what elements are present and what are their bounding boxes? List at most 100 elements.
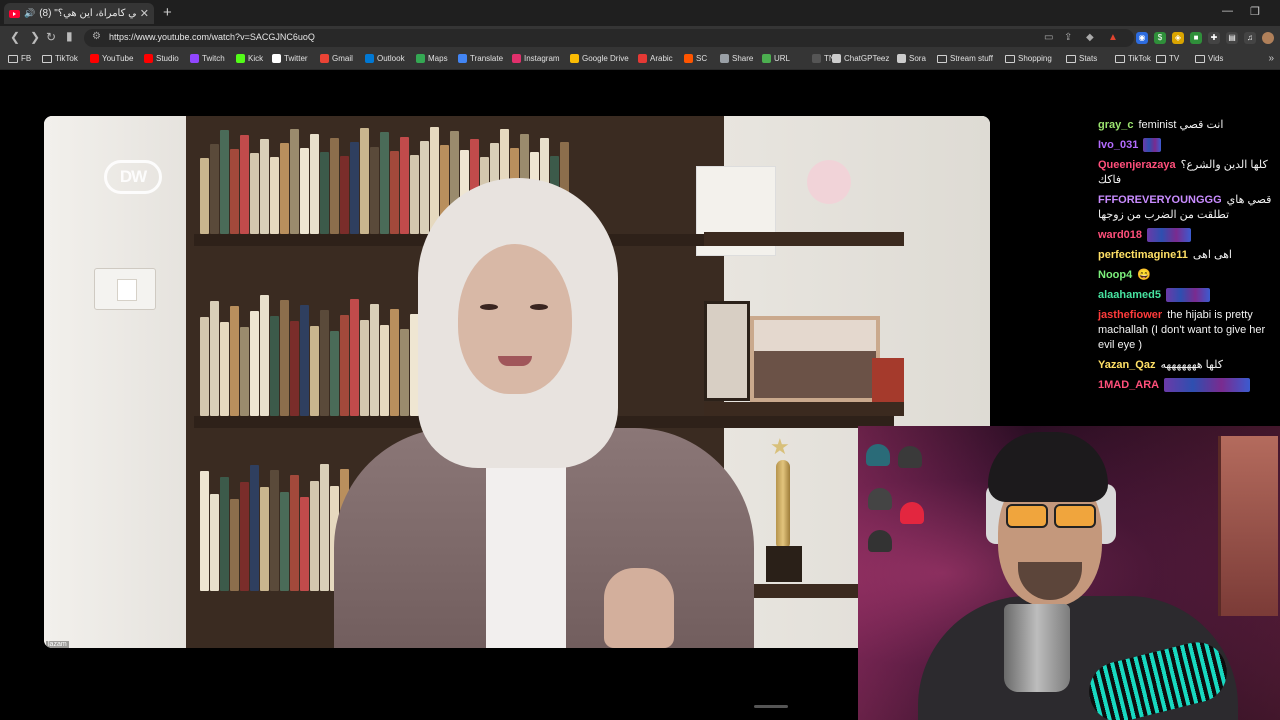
folder-icon <box>1156 54 1166 63</box>
bookmark-stream-stuff[interactable]: Stream stuff <box>937 54 993 63</box>
chat-message: gray_c feminist انت قصي <box>1098 118 1274 133</box>
bookmark-icon[interactable]: ▮ <box>66 29 73 43</box>
extension-icon[interactable]: ◉ <box>1136 32 1148 44</box>
bookmark-label: Stats <box>1079 54 1098 63</box>
chat-text: اهى اهى <box>1192 249 1232 261</box>
chat-username[interactable]: Yazan_Qaz <box>1098 359 1155 371</box>
extensions-puzzle-icon[interactable]: ✚ <box>1208 32 1220 44</box>
bookmark-label: Kick <box>248 54 264 63</box>
minimize-button[interactable]: — <box>1222 5 1233 17</box>
bookmark-outlook[interactable]: Outlook <box>365 54 405 63</box>
brave-shield-icon[interactable]: ◆ <box>1086 32 1094 43</box>
bookmark-label: Studio <box>156 54 179 63</box>
bookmark-google-drive[interactable]: Google Drive <box>570 54 629 63</box>
bookmark-label: Twitter <box>284 54 308 63</box>
kick-icon <box>236 54 245 63</box>
bookmark-tv[interactable]: TV <box>1156 54 1179 63</box>
bookmark-instagram[interactable]: Instagram <box>512 54 560 63</box>
bookmark-chatgpteez[interactable]: ChatGPTeez <box>832 54 889 63</box>
media-icon[interactable]: ♫ <box>1244 32 1256 44</box>
folder-icon <box>1066 54 1076 63</box>
scrollbar[interactable] <box>754 705 788 708</box>
bookmark-share[interactable]: Share <box>720 54 753 63</box>
tab-title: (8) "حقوقي كامرأة، أين هي؟" | <box>39 8 136 19</box>
bookmark-label: Sora <box>909 54 926 63</box>
bookmark-tiktok[interactable]: TikTok <box>1115 54 1151 63</box>
share-icon[interactable]: ⇪ <box>1064 32 1072 43</box>
chat-username[interactable]: Queenjerazaya <box>1098 159 1176 171</box>
chat-username[interactable]: gray_c <box>1098 119 1133 131</box>
bookmark-stats[interactable]: Stats <box>1066 54 1097 63</box>
bookmark-label: Shopping <box>1018 54 1052 63</box>
folder-icon <box>1195 54 1205 63</box>
tn-icon <box>812 54 821 63</box>
url-text[interactable]: https://www.youtube.com/watch?v=SACGJNC6… <box>109 32 315 42</box>
bookmark-url[interactable]: URL <box>762 54 790 63</box>
arabic-icon <box>638 54 647 63</box>
chat-message: ward018 <box>1098 228 1274 243</box>
bookmark-label: Stream stuff <box>950 54 993 63</box>
folder-icon <box>1115 54 1125 63</box>
bookmark-youtube[interactable]: YouTube <box>90 54 133 63</box>
chat-username[interactable]: Noop4 <box>1098 269 1132 281</box>
chat-username[interactable]: 1MAD_ARA <box>1098 379 1159 391</box>
bookmark-label: ChatGPTeez <box>844 54 890 63</box>
drive-icon <box>570 54 579 63</box>
bookmark-translate[interactable]: Translate <box>458 54 503 63</box>
bookmark-studio[interactable]: Studio <box>144 54 179 63</box>
bookmark-sc[interactable]: SC <box>684 54 707 63</box>
chat-username[interactable]: Ivo_031 <box>1098 139 1138 151</box>
bookmark-shopping[interactable]: Shopping <box>1005 54 1052 63</box>
bookmark-arabic[interactable]: Arabic <box>638 54 673 63</box>
chat-username[interactable]: perfectimagine11 <box>1098 249 1188 261</box>
extension-icon[interactable]: ◈ <box>1172 32 1184 44</box>
bookmark-label: FB <box>21 54 32 63</box>
decor-box <box>872 358 904 402</box>
webcam-overlay <box>858 426 1280 720</box>
tab-close-icon[interactable]: ✕ <box>140 7 149 20</box>
bookmark-maps[interactable]: Maps <box>416 54 448 63</box>
brave-rewards-icon[interactable]: ▲ <box>1108 32 1118 43</box>
site-info-icon[interactable]: ⚙ <box>92 31 101 42</box>
chat-message: Queenjerazaya كلها الدين والشرع؟ فاكك <box>1098 158 1274 188</box>
chat-username[interactable]: alaahamed5 <box>1098 289 1161 301</box>
speaker-icon[interactable]: 🔊 <box>24 8 35 19</box>
bookmark-vids[interactable]: Vids <box>1195 54 1223 63</box>
bookmark-twitter[interactable]: Twitter <box>272 54 308 63</box>
bookmark-tiktok[interactable]: TikTok <box>42 54 78 63</box>
instagram-icon <box>512 54 521 63</box>
new-tab-button[interactable]: + <box>163 4 172 21</box>
bookmark-kick[interactable]: Kick <box>236 54 263 63</box>
bookmark-twitch[interactable]: Twitch <box>190 54 225 63</box>
bookmark-label: Share <box>732 54 754 63</box>
extension-icon[interactable]: $ <box>1154 32 1166 44</box>
cast-icon[interactable]: ▭ <box>1044 32 1053 43</box>
soundcloud-icon <box>684 54 693 63</box>
sidebar-icon[interactable]: ▤ <box>1226 32 1238 44</box>
url-icon <box>762 54 771 63</box>
extension-icon[interactable]: ■ <box>1190 32 1202 44</box>
forward-icon[interactable]: ❯ <box>30 30 40 44</box>
maximize-button[interactable]: ❐ <box>1250 5 1260 18</box>
chat-username[interactable]: FFFOREVERYOUNGGG <box>1098 194 1222 206</box>
emote-icon <box>1164 378 1251 393</box>
trophy: ★ <box>762 434 806 584</box>
chat-username[interactable]: jasthefiower <box>1098 309 1162 321</box>
reload-icon[interactable]: ↻ <box>46 30 56 44</box>
profile-avatar[interactable] <box>1262 32 1274 44</box>
x-icon <box>272 54 281 63</box>
emote-icon <box>1147 228 1192 243</box>
bookmark-label: URL <box>774 54 791 63</box>
bookmark-fb[interactable]: FB <box>8 54 31 63</box>
chat-text: feminist انت قصي <box>1138 119 1224 131</box>
back-icon[interactable]: ❮ <box>10 30 20 44</box>
folder-icon <box>42 54 52 63</box>
chat-username[interactable]: ward018 <box>1098 229 1142 241</box>
more-bookmarks-icon[interactable]: » <box>1268 53 1274 64</box>
chat-message: FFFOREVERYOUNGGG قصي هاي تطلقت من الضرب م… <box>1098 193 1274 223</box>
bookmark-gmail[interactable]: Gmail <box>320 54 353 63</box>
address-bar[interactable]: ⚙ https://www.youtube.com/watch?v=SACGJN… <box>84 29 1134 47</box>
tab-youtube-video[interactable]: 🔊 (8) "حقوقي كامرأة، أين هي؟" | ✕ <box>4 3 154 24</box>
video-player[interactable]: ★ DW lazam <box>44 116 990 648</box>
bookmark-sora[interactable]: Sora <box>897 54 926 63</box>
